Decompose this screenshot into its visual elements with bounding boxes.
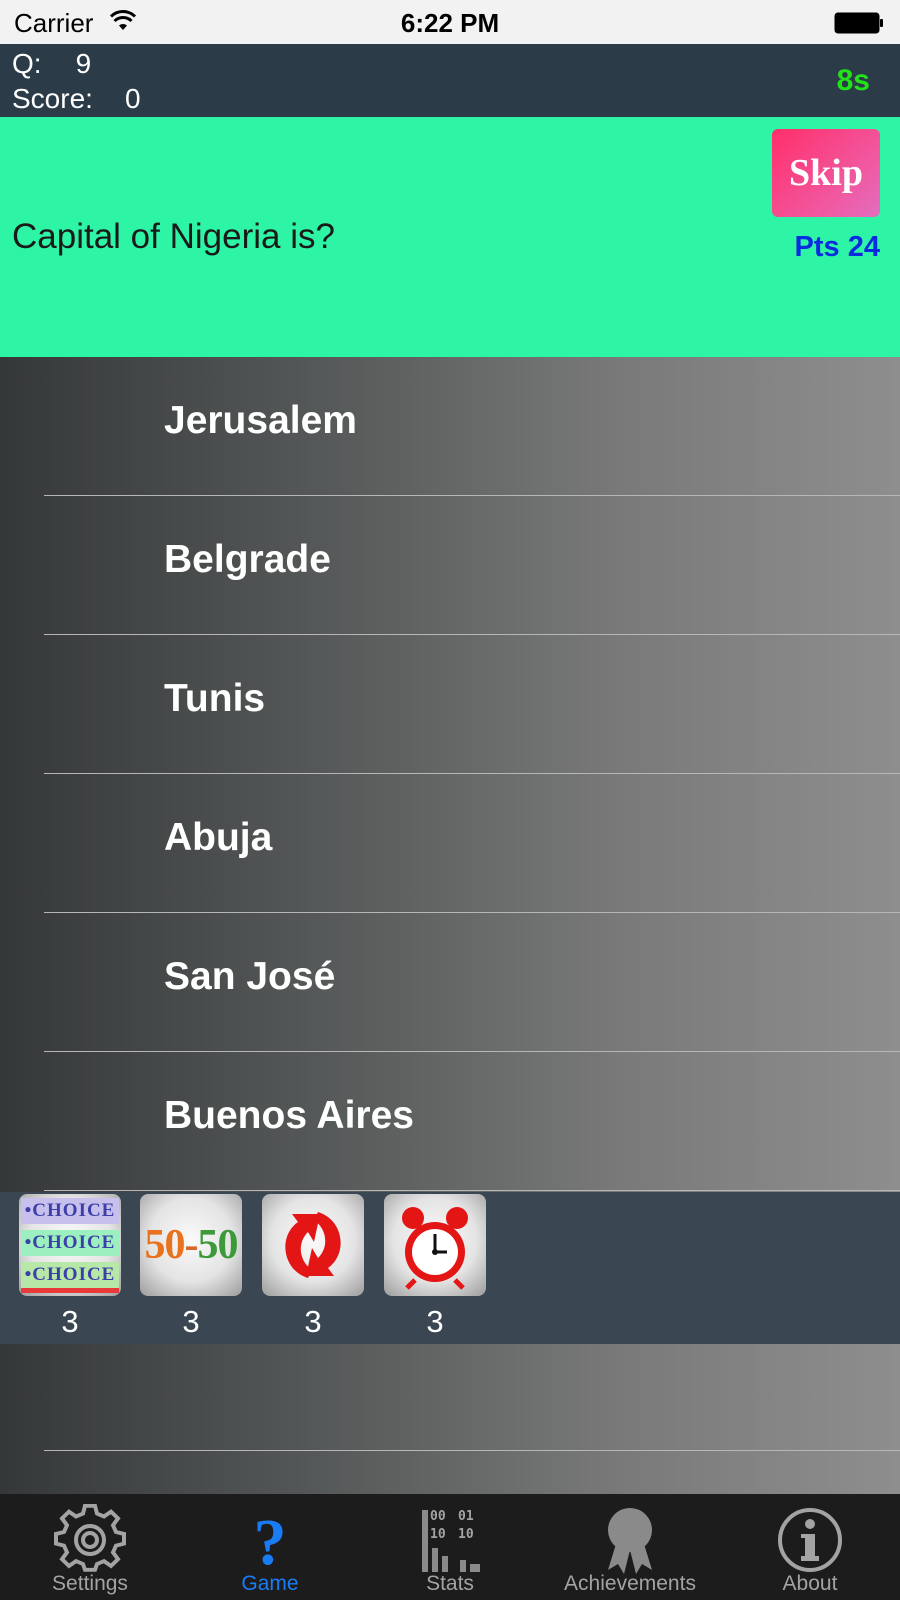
tab-bar: Settings ? Game 00 01 10 10 Stats Achiev… [0,1494,900,1600]
tab-achievements[interactable]: Achievements [540,1494,720,1600]
answer-label: Belgrade [164,538,331,581]
answer-option-4[interactable]: Abuja [0,774,900,913]
swap-arrows-icon[interactable] [262,1194,364,1296]
tab-stats[interactable]: 00 01 10 10 Stats [360,1494,540,1600]
lifeline-choice[interactable]: •CHOICE •CHOICE •CHOICE 3 [19,1194,121,1340]
answer-label: Jerusalem [164,399,357,442]
lifeline-count: 3 [304,1304,322,1339]
question-number-value: 9 [75,48,92,79]
svg-text:10: 10 [458,1527,474,1542]
battery-icon [834,12,883,34]
answer-option-5[interactable]: San José [0,913,900,1052]
answer-option-2[interactable]: Belgrade [0,496,900,635]
tab-label: Achievements [564,1572,696,1595]
question-number-label: Q: [12,48,42,79]
info-icon [778,1508,842,1572]
row-divider [44,1190,900,1191]
skip-button[interactable]: Skip [772,129,880,217]
question-number-row: Q: 9 [12,48,91,80]
answer-label: Abuja [164,816,273,859]
answer-label: Buenos Aires [164,1094,414,1137]
answer-option-6[interactable]: Buenos Aires [0,1052,900,1191]
svg-text:10: 10 [430,1527,446,1542]
tab-label: Settings [52,1572,128,1595]
game-header: Q: 9 Score: 0 8s [0,44,900,117]
question-mark-icon: ? [254,1506,287,1576]
stats-icon: 00 01 10 10 [422,1509,480,1572]
score-label: Score: [12,83,93,114]
points-label: Pts 24 [794,231,880,263]
score-value: 0 [124,83,141,114]
clock: 6:22 PM [400,8,500,38]
status-bar: Carrier 6:22 PM [0,0,900,44]
lifeline-time[interactable]: 3 [384,1194,486,1340]
fifty-fifty-icon[interactable]: 50-50 [140,1194,242,1296]
answer-label: Tunis [164,677,266,720]
lifeline-swap[interactable]: 3 [262,1194,364,1340]
tab-label: Game [241,1572,299,1595]
tab-label: Stats [426,1572,474,1595]
fifty-fifty-text: 50-50 [144,1222,239,1268]
countdown-timer: 8s [836,64,870,97]
tab-label: About [782,1572,838,1595]
svg-text:01: 01 [458,1509,474,1524]
ribbon-icon [608,1508,652,1574]
answer-option-1[interactable]: Jerusalem [0,357,900,496]
lifeline-count: 3 [61,1304,79,1339]
question-text: Capital of Nigeria is? [12,217,335,256]
svg-text:00: 00 [430,1509,446,1524]
lifeline-fifty-fifty[interactable]: 50-50 3 [140,1194,242,1340]
lifeline-count: 3 [182,1304,200,1339]
three-choices-icon[interactable]: •CHOICE •CHOICE •CHOICE [19,1194,121,1296]
svg-text:?: ? [254,1506,287,1576]
score-row: Score: 0 [12,83,141,115]
gear-icon [54,1504,126,1572]
alarm-clock-icon[interactable] [384,1194,486,1296]
answer-label: San José [164,955,336,998]
tab-game[interactable]: ? Game [180,1494,360,1600]
row-divider [44,1450,900,1451]
lifeline-bar: •CHOICE •CHOICE •CHOICE 3 50-50 3 3 3 [0,1192,900,1344]
answer-option-3[interactable]: Tunis [0,635,900,774]
tab-about[interactable]: About [720,1494,900,1600]
lifeline-count: 3 [426,1304,444,1339]
question-panel: Capital of Nigeria is? Skip Pts 24 [0,117,900,357]
tab-settings[interactable]: Settings [0,1494,180,1600]
